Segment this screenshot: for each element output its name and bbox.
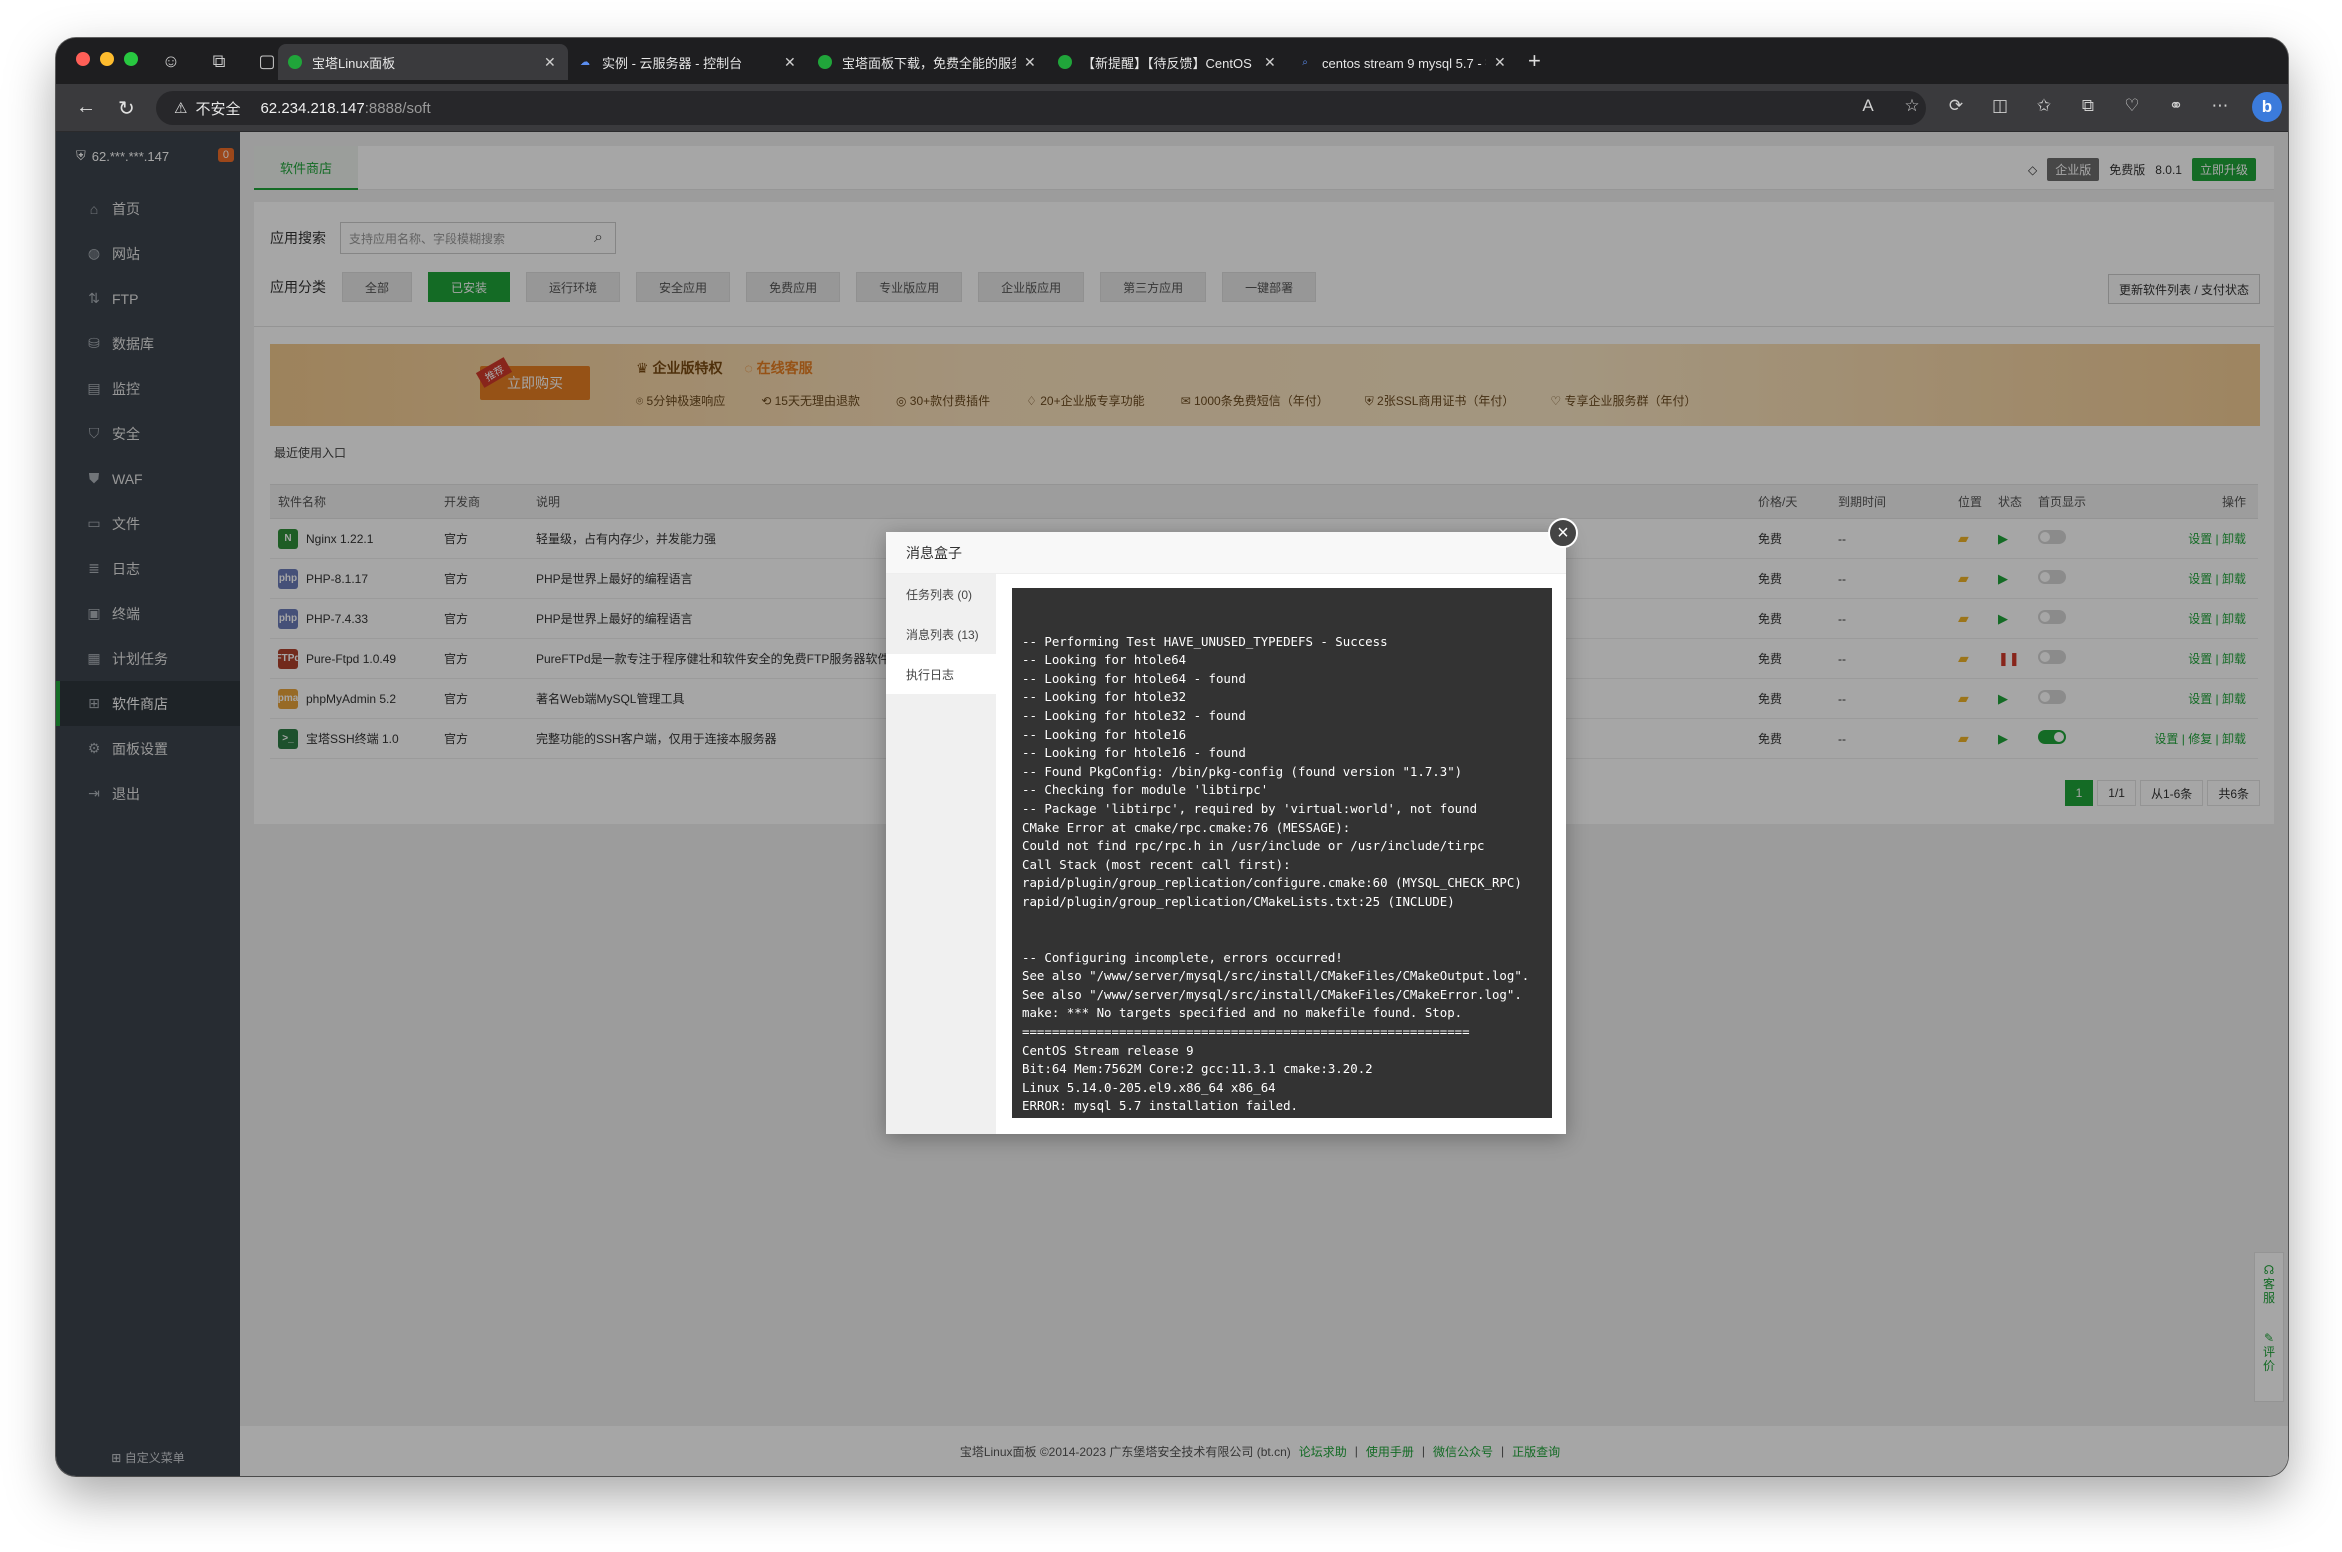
back-icon[interactable]: ← xyxy=(76,96,96,119)
split-screen-icon[interactable]: ◫ xyxy=(1988,96,2012,122)
tab-actions: ☺ ⧉ ▢ xyxy=(158,48,280,74)
bt-favicon-icon xyxy=(288,55,302,69)
browser-essentials-icon[interactable]: ♡ xyxy=(2120,96,2144,122)
warning-icon: ⚠ xyxy=(174,100,188,117)
tab-actions-icon[interactable]: ▢ xyxy=(254,48,280,74)
browser-tab-forum[interactable]: 【新提醒】【待反馈】CentOS Stream ✕ xyxy=(1048,44,1288,80)
close-tab-icon[interactable]: ✕ xyxy=(784,54,798,71)
close-tab-icon[interactable]: ✕ xyxy=(1264,54,1278,71)
modal-title: 消息盒子 xyxy=(886,532,1566,574)
bt-favicon-icon xyxy=(818,55,832,69)
close-tab-icon[interactable]: ✕ xyxy=(1494,54,1508,71)
tab-title: 实例 - 云服务器 - 控制台 xyxy=(602,55,743,71)
tab-title: 宝塔面板下载，免费全能的服务器 xyxy=(842,55,1016,71)
browser-toolbar: A ☆ ⟳ ◫ ✩ ⧉ ♡ ⚭ ⋯ b xyxy=(1856,92,2282,122)
bt-panel-page: ⛨ 62.***.***.147 0 ⌂ 首页 ◍ 网站 ⇅ FTP ⛁ 数据库 ▤ 监控… xyxy=(56,132,2288,1476)
tab-title: 【新提醒】【待反馈】CentOS Stream xyxy=(1082,55,1256,71)
close-tab-icon[interactable]: ✕ xyxy=(1024,54,1038,71)
tab-execution-log[interactable]: 执行日志 xyxy=(886,654,996,694)
browser-window: ☺ ⧉ ▢ 宝塔Linux面板 ✕ ☁ 实例 - 云服务器 - 控制台 ✕ 宝塔… xyxy=(56,38,2288,1476)
execution-log-console[interactable]: -- Performing Test HAVE_UNUSED_TYPEDEFS … xyxy=(1012,588,1552,1118)
more-icon[interactable]: ⋯ xyxy=(2208,96,2232,122)
url-path: :8888/soft xyxy=(364,99,431,117)
browser-tab-cloud-console[interactable]: ☁ 实例 - 云服务器 - 控制台 ✕ xyxy=(568,44,808,80)
tab-strip: ☺ ⧉ ▢ 宝塔Linux面板 ✕ ☁ 实例 - 云服务器 - 控制台 ✕ 宝塔… xyxy=(56,38,2288,84)
browser-tab-bt-download[interactable]: 宝塔面板下载，免费全能的服务器 ✕ xyxy=(808,44,1048,80)
search-favicon-icon: ⌕ xyxy=(1302,56,1308,68)
insecure-label: 不安全 xyxy=(195,100,241,118)
minimize-window-button[interactable] xyxy=(100,52,114,66)
modal-backdrop-sidebar xyxy=(56,132,240,1476)
cloud-favicon-icon: ☁ xyxy=(580,56,590,68)
collections-icon[interactable]: ⧉ xyxy=(2076,96,2100,122)
close-window-button[interactable] xyxy=(76,52,90,66)
url-input[interactable]: ⚠ 不安全 62.234.218.147 :8888/soft xyxy=(156,91,1926,125)
read-aloud-icon[interactable]: A xyxy=(1856,96,1880,122)
bing-copilot-icon[interactable]: b xyxy=(2252,92,2282,122)
tab-title: centos stream 9 mysql 5.7 - 搜 xyxy=(1322,55,1486,71)
message-box-modal: 消息盒子 × 任务列表 (0) 消息列表 (13) 执行日志 -- Perfor… xyxy=(886,518,1578,1134)
maximize-window-button[interactable] xyxy=(124,52,138,66)
browser-tab-search[interactable]: ⌕ centos stream 9 mysql 5.7 - 搜 ✕ xyxy=(1288,44,1518,80)
reload-icon[interactable]: ↻ xyxy=(118,96,135,121)
share-icon[interactable]: ⚭ xyxy=(2164,96,2188,122)
new-tab-icon[interactable]: + xyxy=(1528,48,1541,74)
window-controls xyxy=(76,52,138,66)
profile-icon[interactable]: ☺ xyxy=(158,48,184,74)
close-icon[interactable]: × xyxy=(1548,518,1578,548)
favorites-icon[interactable]: ✩ xyxy=(2032,96,2056,122)
tab-message-list[interactable]: 消息列表 (13) xyxy=(886,614,996,654)
modal-sidebar: 任务列表 (0) 消息列表 (13) 执行日志 xyxy=(886,574,996,1134)
tab-task-list[interactable]: 任务列表 (0) xyxy=(886,574,996,614)
favorite-star-icon[interactable]: ☆ xyxy=(1900,96,1924,122)
extensions-icon[interactable]: ⟳ xyxy=(1944,96,1968,122)
browser-tab-bt-panel[interactable]: 宝塔Linux面板 ✕ xyxy=(278,44,568,80)
workspaces-icon[interactable]: ⧉ xyxy=(206,48,232,74)
log-text: -- Performing Test HAVE_UNUSED_TYPEDEFS … xyxy=(1022,633,1530,1114)
url-host: 62.234.218.147 xyxy=(260,99,365,117)
close-tab-icon[interactable]: ✕ xyxy=(544,54,558,71)
address-bar-area: ← ↻ ⚠ 不安全 62.234.218.147 :8888/soft A ☆ … xyxy=(56,84,2288,132)
tab-title: 宝塔Linux面板 xyxy=(312,55,396,71)
bt-favicon-icon xyxy=(1058,55,1072,69)
